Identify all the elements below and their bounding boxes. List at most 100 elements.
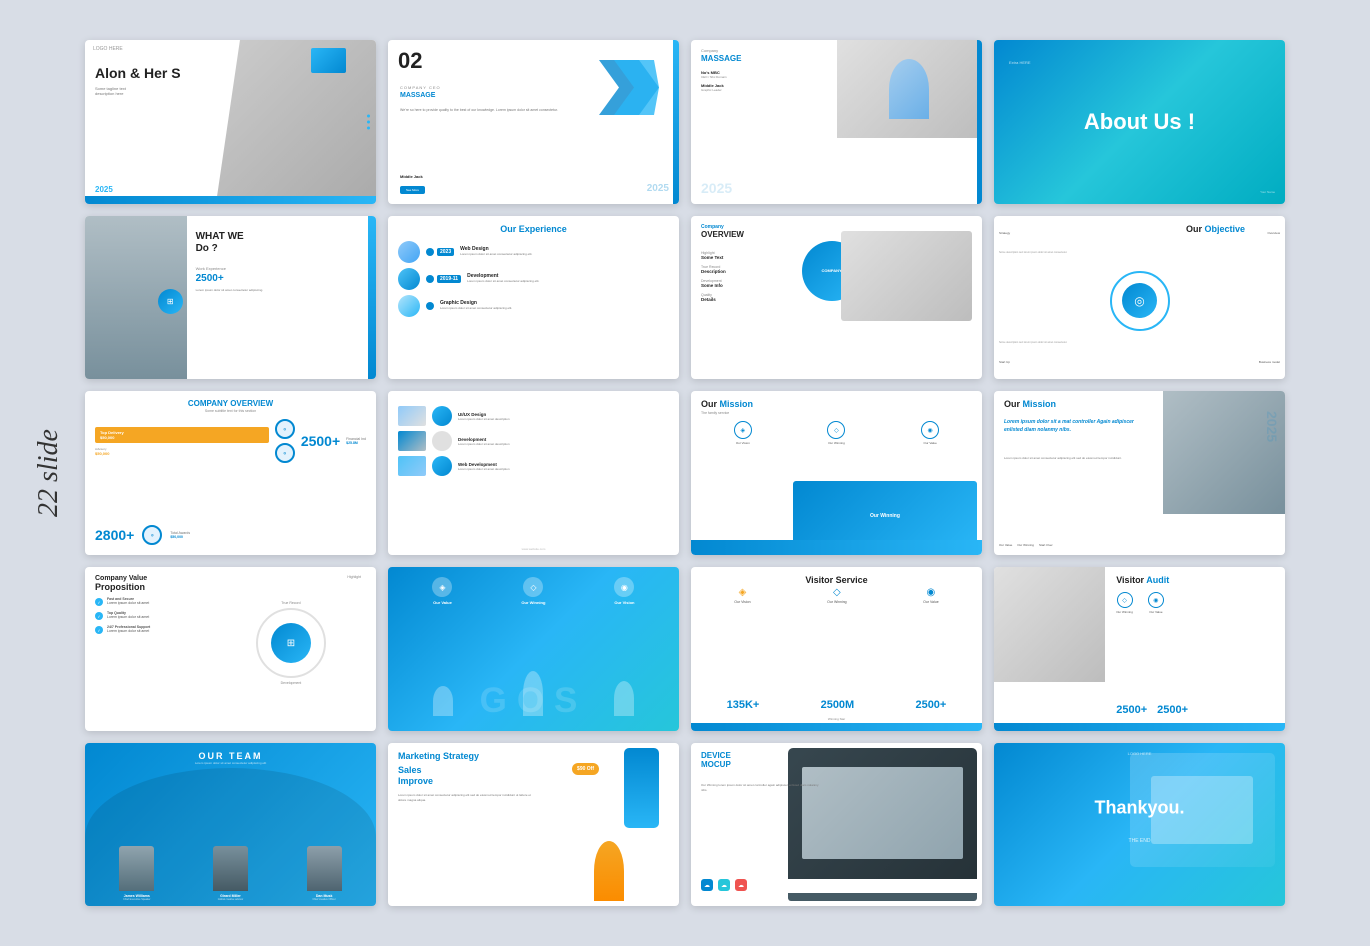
bottom-gradient-16 [994,723,1285,731]
va-title: Visitor Audit [1116,575,1169,585]
stat-truerecord: True Record Description [701,265,726,274]
slide-17: OUR TEAM Lorem ipsum dolor sit amet cons… [85,743,376,907]
slide-19: DEVICE MOCUP Our Winning lorem ipsum dol… [691,743,982,907]
step-desc-1: Lorem ipsum dolor sit amet description [458,417,510,421]
team-subtitle: Lorem ipsum dolor sit amet consectetur a… [195,761,266,765]
timeline-dot-3 [426,302,434,310]
obj-title: Our Objective [1186,224,1245,234]
b-icon-2: Our Winning [1017,543,1034,547]
logo-bar: LOGO HERE [93,46,123,52]
blue-icon-value-15: ◉ [923,587,939,598]
center-diagram-13: True Record ⊞ Development [211,582,371,705]
va-accent: Audit [1146,575,1169,585]
obj-desc-left: Some description text lorem ipsum dolor … [999,251,1280,254]
stat-num-135k: 135K+ [727,699,760,711]
member-2: Girard Miller Global creative advisor [213,846,248,901]
step-item-1: UI/UX Design Lorem ipsum dolor sit amet … [398,406,669,426]
mission-accent-12: Mission [1023,399,1057,409]
figure-2 [523,671,543,716]
bottom-label: Your Name [1260,190,1275,194]
what-line2: Do ? [196,243,218,254]
device-title: DEVICE MOCUP [701,751,731,769]
ceo-label: Company CEO [400,85,441,90]
step-content-1: UI/UX Design Lorem ipsum dolor sit amet … [458,412,510,421]
co-title-accent: OVERVIEW [230,399,273,408]
slide-16: Visitor Audit ◇ Our Winning ◉ Our Value … [994,567,1285,731]
member-photo-3 [307,846,342,891]
orbit-icon: ◎ [1134,294,1144,308]
year-tag-1: 2023 [437,248,454,256]
ms-title-accent: Strategy [443,751,479,761]
stat-block-2: 2500+ [1157,704,1188,716]
icon-label-winning-14: Our Winning [521,600,545,605]
device-accent: MOCUP [701,760,731,769]
icons-col-16: ◇ Our Winning ◉ Our Value [1116,592,1280,614]
slide-2: 02 Company CEO MASSAGE We're so here to … [388,40,679,204]
icon-label-value-14: Our Value [432,600,452,605]
check-text-3: 24/7 Professional SupportLorem ipsum dol… [107,625,150,633]
year-side-12: 2025 [1264,411,1280,442]
truerecord-value: Description [701,269,726,274]
obj-overview: Overview [1267,231,1280,235]
exp-item-2: 2019-11 Development Lorem ipsum dolor si… [398,268,669,290]
slide-7: Company OVERVIEW COMPANY Highlight Some … [691,216,982,380]
blue-icon-winning-15: ◇ [827,587,846,598]
ms-title-plain: Marketing [398,751,441,761]
ceo-title: MASSAGE [400,92,435,99]
icon-item-winning-14: ◇ Our Winning [521,577,545,605]
icons-row-11: ◈ Our Vision ◇ Our Winning ◉ Our Value [696,421,977,445]
obj-accent: Objective [1204,224,1245,234]
icon-item-vision-15: ◈ Our Vision [734,587,750,604]
timeline-dot-1 [426,248,434,256]
stat-block-1: 2500+ [1116,704,1147,716]
tagline: THE END [1129,838,1151,844]
footer-url: www.website.com [522,547,546,551]
obj-startup: Start Up [999,360,1010,364]
icon-c-value: ◉ [1148,592,1164,608]
step-circle-1 [432,406,452,426]
highlight-value: Some Text [701,255,726,260]
slide-3: Company MASSAGE No's MBC CEO / Nbc Domai… [691,40,982,204]
arrow-shape [599,60,659,115]
what-line1: WHAT WE [196,231,244,242]
dancer-img [837,40,983,138]
year-tag-2: 2019-11 [437,275,461,283]
exp-content-1: Web Design Lorem ipsum dolor sit amet co… [460,246,532,257]
mission-sub-11: The family service [701,411,729,415]
body-text: We're so here to provide quality to the … [400,108,599,114]
year-bottom: 2025 [701,180,732,196]
exp-img-1 [398,241,420,263]
member-1: James Williams Chief Executive Speaker [119,846,154,901]
circle-icon-symbol: ⊞ [167,297,174,306]
about-us-text: About Us ! [1084,109,1195,135]
icon-circle-winning: ◇ [827,421,845,439]
page-wrapper: 22 slide LOGO HERE Alon & Her S Some tag… [85,40,1285,906]
co-title: COMPANY OVERVIEW [188,399,273,408]
stat-num: 2500+ [196,273,371,284]
team-title: OUR TEAM [199,751,263,761]
slide-6: Our Experience 2023 Web Design Lorem ips… [388,216,679,380]
fin-block: Financial Ind $25.8M [346,437,366,445]
exp-title-plain: Our [500,224,519,234]
co-title-plain: COMPANY [188,399,230,408]
center-diagram: ◎ [1110,271,1170,331]
person-img [594,841,624,901]
slide-9: COMPANY OVERVIEW Some subtitle text for … [85,391,376,555]
figures [398,671,669,716]
orbit-inner-13: ⊞ [271,623,311,663]
slide-number: 02 [398,48,422,74]
icon-item-winning-15: ◇ Our Winning [827,587,846,604]
cvp-proposition: Proposition [95,582,147,592]
see-more-btn[interactable]: See More [400,186,425,194]
person-role-1: CEO / Nbc Domain [701,75,822,79]
orbit-inner: ◎ [1122,283,1157,318]
year-2025: 2025 [647,183,669,194]
stat-highlight: Highlight Some Text [701,251,726,260]
icon-item-winning: ◇ Our Winning [827,421,845,445]
gold-icon-15: ◈ [734,587,750,598]
stat-development: Development Some Info [701,279,726,288]
step-circle-2 [432,431,452,451]
person-name: Middle Jack [400,174,423,179]
circle-stats: ◎ ◎ [275,419,295,463]
icon-label-winning-15: Our Winning [827,600,846,604]
